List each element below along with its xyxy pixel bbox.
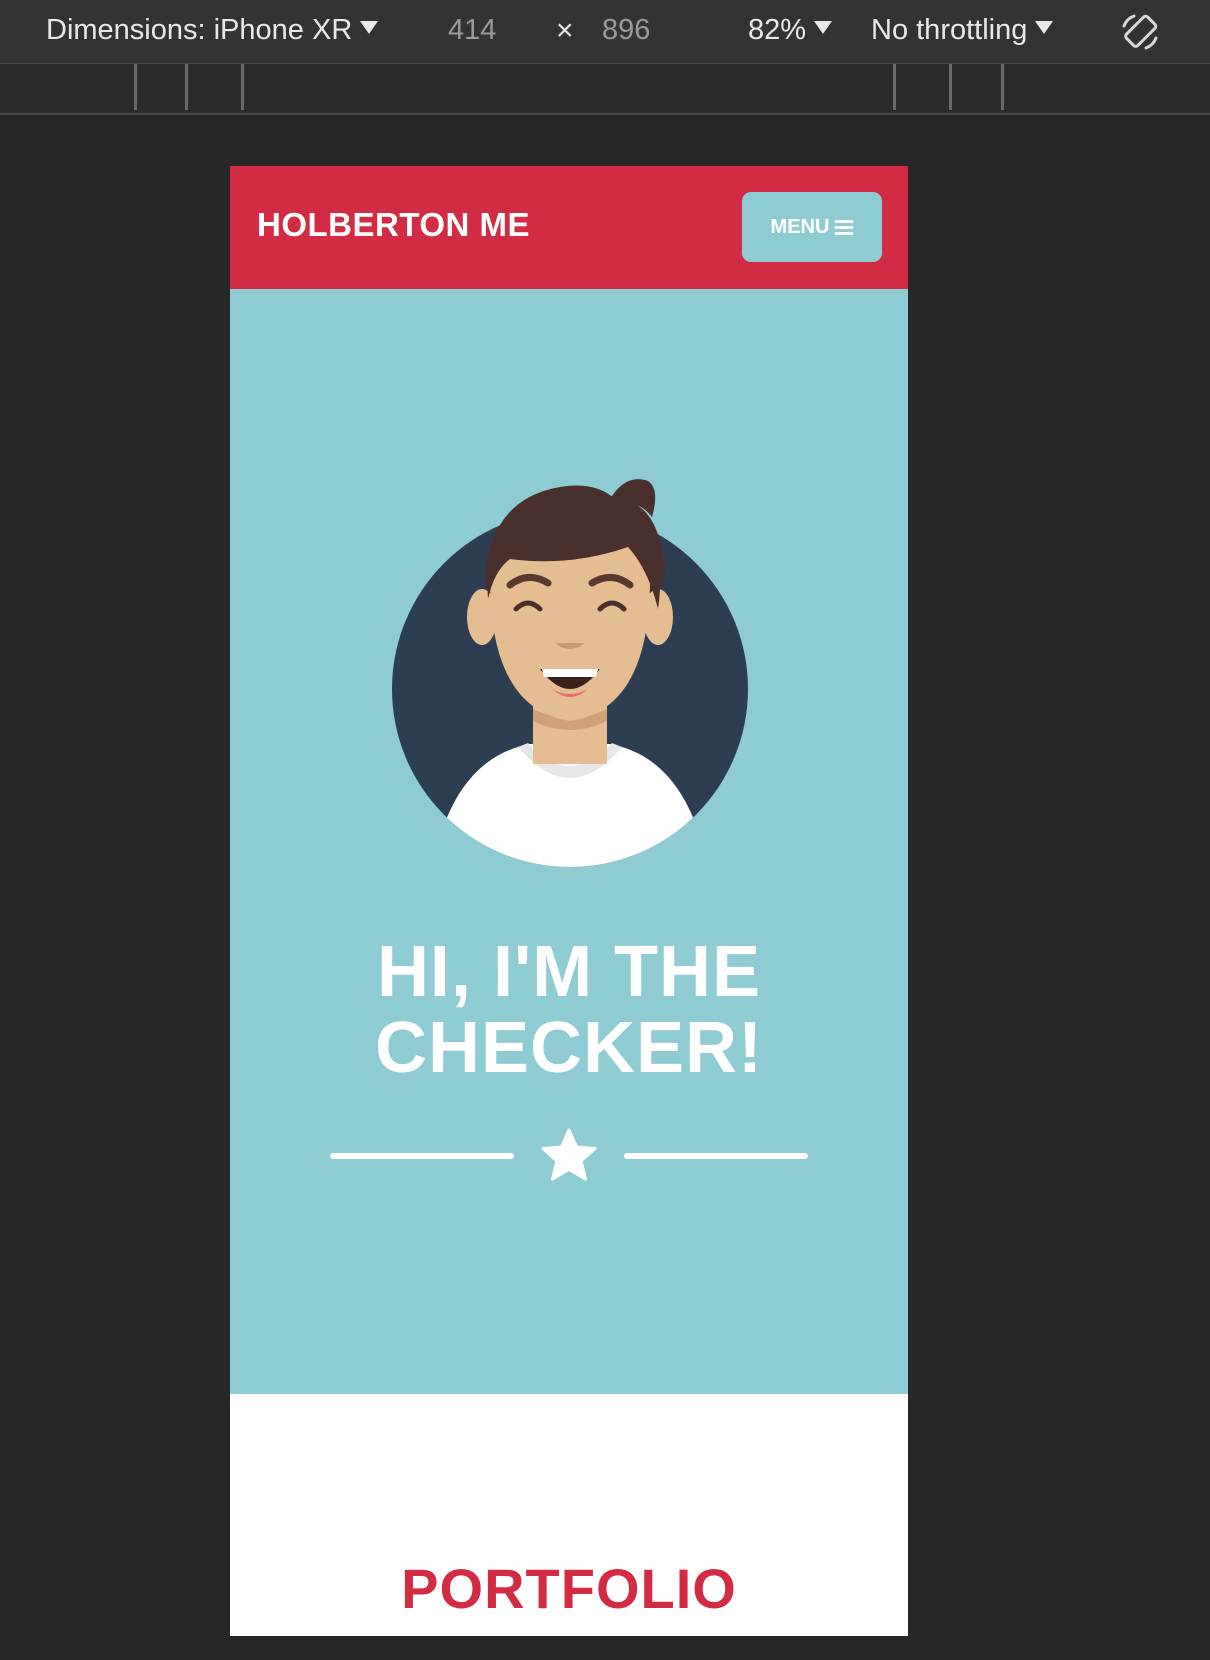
- divider-line-right: [624, 1153, 808, 1159]
- zoom-label: 82%: [748, 14, 807, 46]
- ruler-tick[interactable]: [893, 64, 896, 110]
- throttling-dropdown[interactable]: No throttling: [871, 14, 1054, 47]
- portfolio-title: PORTFOLIO: [401, 1557, 737, 1620]
- times-separator: ×: [556, 14, 574, 47]
- ruler-tick[interactable]: [949, 64, 952, 110]
- menu-label: MENU: [770, 215, 830, 238]
- media-query-ruler: [0, 64, 1210, 115]
- site-brand[interactable]: HOLBERTON ME: [257, 206, 530, 244]
- caret-down-icon: [1035, 21, 1054, 34]
- devtools-device-toolbar: Dimensions: iPhone XR 414 × 896 82% No t…: [0, 0, 1210, 64]
- dimensions-dropdown[interactable]: Dimensions: iPhone XR: [46, 14, 379, 47]
- avatar: [390, 459, 750, 869]
- throttling-label: No throttling: [871, 14, 1028, 46]
- dimensions-label: Dimensions: iPhone XR: [46, 14, 353, 46]
- ruler-tick[interactable]: [241, 64, 244, 110]
- portfolio-section: PORTFOLIO: [230, 1394, 908, 1636]
- height-input[interactable]: 896: [602, 14, 650, 47]
- caret-down-icon: [360, 21, 379, 34]
- width-input[interactable]: 414: [448, 14, 496, 47]
- rotate-icon[interactable]: [1118, 10, 1162, 54]
- device-viewport: HOLBERTON ME MENU HI, I'M THE CHECKER! P…: [230, 166, 908, 1636]
- menu-button[interactable]: MENU: [742, 192, 882, 262]
- site-navbar: HOLBERTON ME MENU: [230, 166, 908, 289]
- zoom-dropdown[interactable]: 82%: [748, 14, 833, 47]
- ruler-tick[interactable]: [185, 64, 188, 110]
- caret-down-icon: [814, 21, 833, 34]
- headline-line-1: HI, I'M THE: [376, 932, 762, 1012]
- divider-line-left: [330, 1153, 514, 1159]
- ruler-tick[interactable]: [134, 64, 137, 110]
- hamburger-icon: [835, 217, 854, 238]
- hero-headline: HI, I'M THE CHECKER!: [230, 934, 908, 1086]
- headline-line-2: CHECKER!: [374, 1008, 763, 1088]
- star-icon: [540, 1127, 598, 1185]
- hero-section: HI, I'M THE CHECKER!: [230, 289, 908, 1394]
- ruler-tick[interactable]: [1001, 64, 1004, 110]
